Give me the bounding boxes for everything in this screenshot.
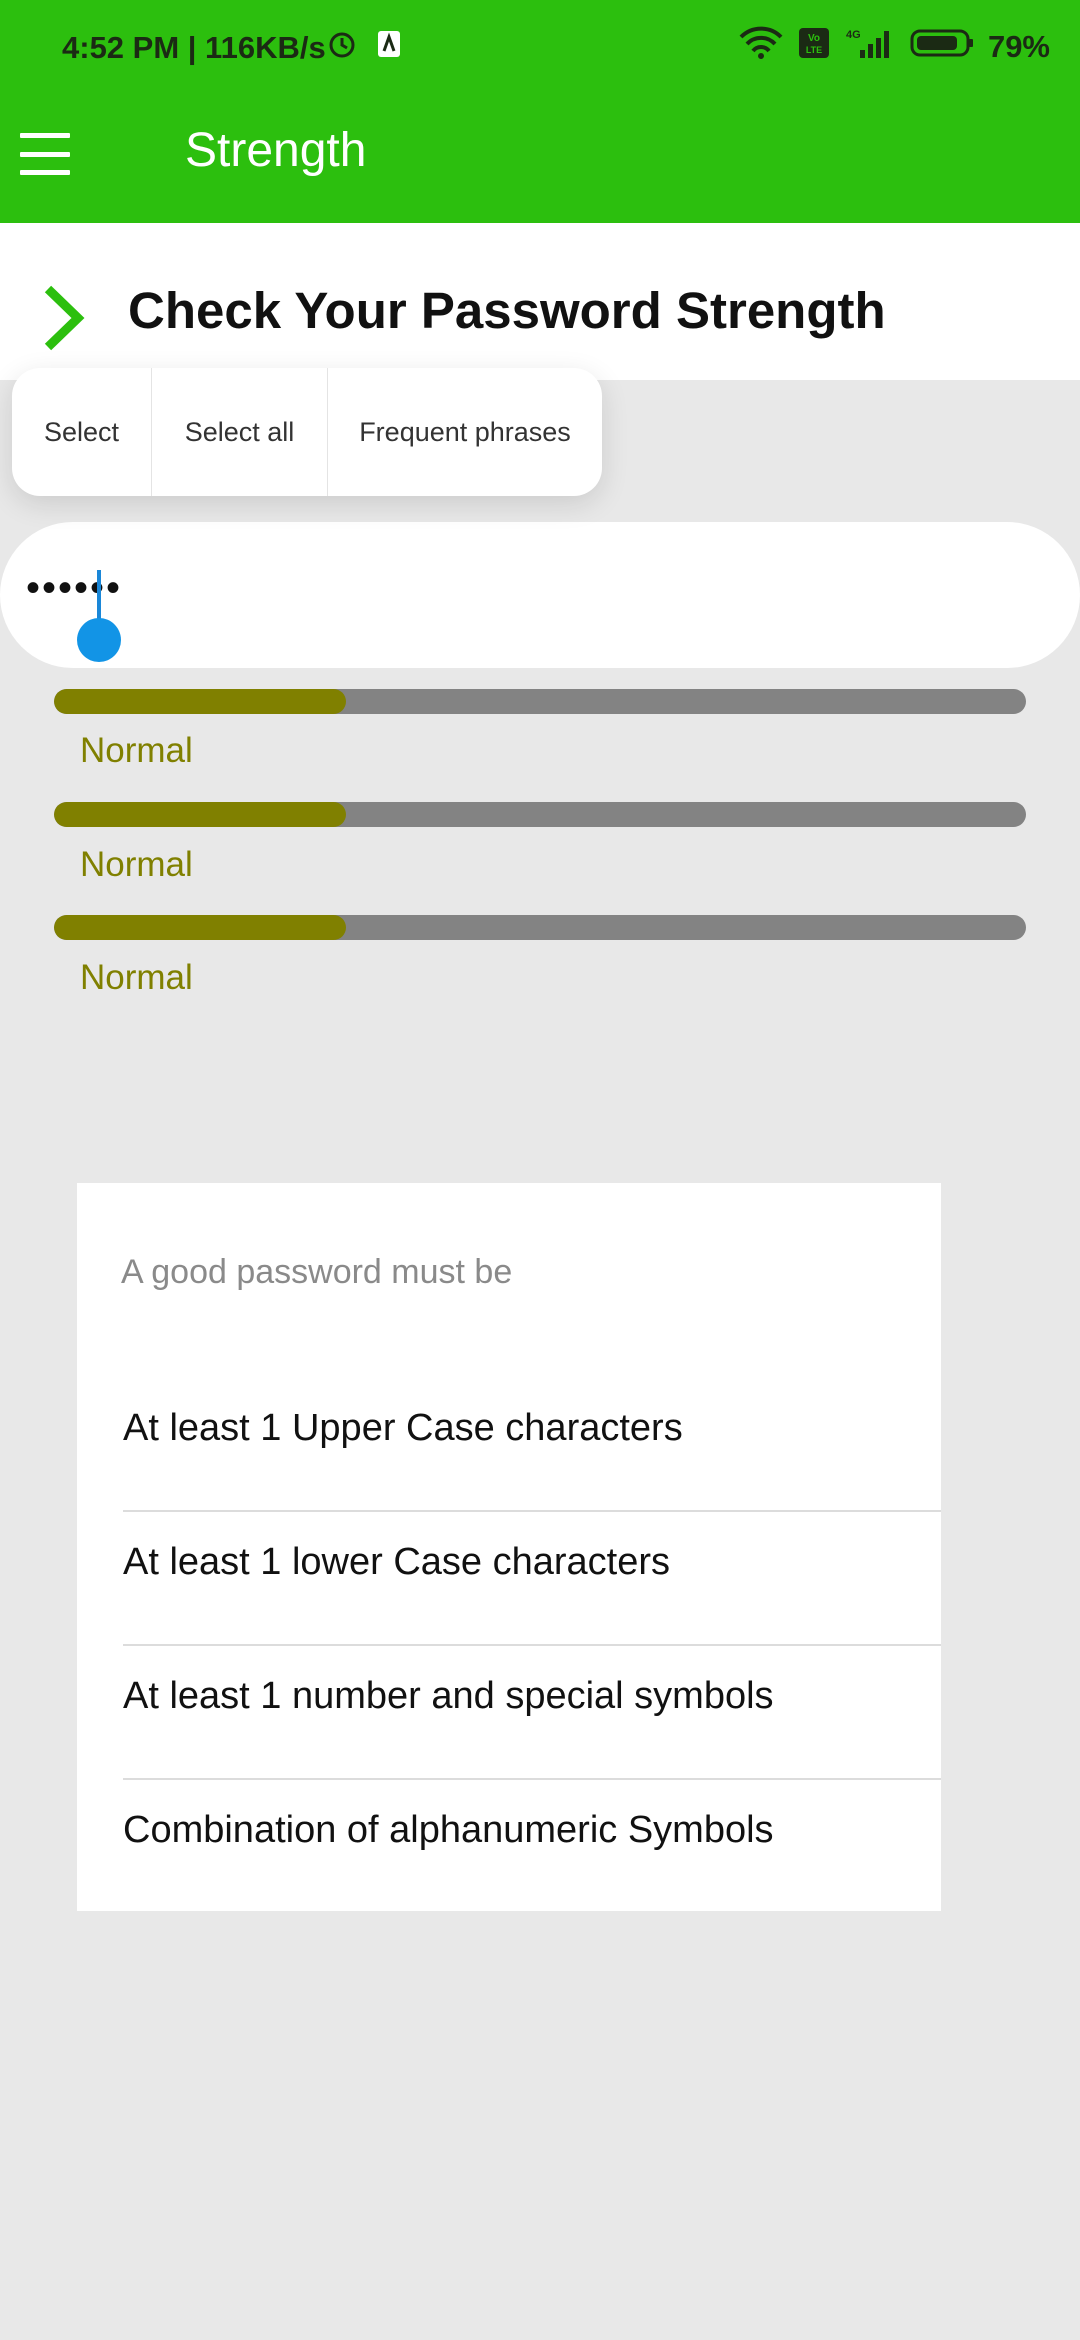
strength-label-2: Normal — [80, 845, 193, 884]
alarm-icon — [326, 28, 358, 68]
page-title: Check Your Password Strength — [128, 282, 886, 339]
strength-meter-2 — [54, 802, 1026, 827]
section-header: Check Your Password Strength — [0, 223, 1080, 380]
text-cursor — [97, 570, 101, 622]
rule-item: At least 1 lower Case characters — [123, 1540, 671, 1583]
notification-icon — [376, 29, 402, 67]
strength-label-3: Normal — [80, 958, 193, 997]
status-bar: 4:52 PM | 116KB/s Vo LTE 4G 79% — [0, 0, 1080, 95]
volte-icon: Vo LTE — [798, 27, 830, 67]
rule-item: Combination of alphanumeric Symbols — [123, 1808, 774, 1851]
password-input[interactable]: •••••• — [0, 522, 1080, 668]
strength-label-1: Normal — [80, 731, 193, 770]
svg-text:4G: 4G — [846, 29, 861, 41]
wifi-icon — [738, 26, 784, 68]
password-rules-card: A good password must be At least 1 Upper… — [77, 1183, 941, 1911]
select-button[interactable]: Select — [12, 368, 152, 496]
app-bar: Strength — [0, 95, 1080, 223]
hamburger-menu-icon[interactable] — [18, 127, 72, 181]
rule-item: At least 1 Upper Case characters — [123, 1406, 683, 1449]
app-title: Strength — [185, 124, 367, 177]
chevron-right-icon — [40, 283, 90, 358]
svg-text:Vo: Vo — [808, 33, 820, 44]
signal-icon: 4G — [844, 26, 896, 68]
battery-percentage: 79% — [987, 29, 1050, 64]
strength-meter-fill — [54, 802, 346, 827]
cursor-handle[interactable] — [77, 618, 121, 662]
svg-text:LTE: LTE — [806, 45, 822, 55]
top-bar: 4:52 PM | 116KB/s Vo LTE 4G 79% Strength — [0, 0, 1080, 223]
strength-meter-1 — [54, 689, 1026, 714]
password-value: •••••• — [26, 566, 123, 610]
frequent-phrases-button[interactable]: Frequent phrases — [328, 368, 602, 496]
battery-icon — [910, 28, 974, 66]
strength-meter-3 — [54, 915, 1026, 940]
strength-meter-fill — [54, 689, 346, 714]
text-selection-menu: Select Select all Frequent phrases — [12, 368, 602, 496]
status-time: 4:52 PM | 116KB/s — [62, 30, 326, 65]
rules-heading: A good password must be — [121, 1253, 513, 1291]
strength-meter-fill — [54, 915, 346, 940]
rule-item: At least 1 number and special symbols — [123, 1674, 774, 1717]
select-all-button[interactable]: Select all — [152, 368, 328, 496]
